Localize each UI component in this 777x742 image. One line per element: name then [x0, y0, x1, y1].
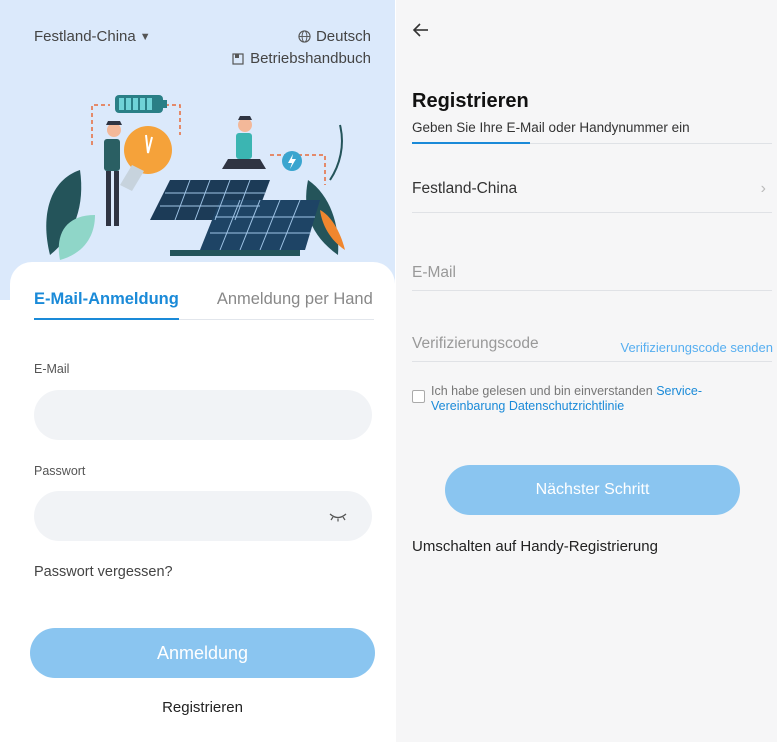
tab-phone-login[interactable]: Anmeldung per Hand [217, 290, 373, 320]
forgot-password-link[interactable]: Passwort vergessen? [34, 564, 173, 580]
next-step-button[interactable]: Nächster Schritt [445, 465, 740, 515]
login-card: E-Mail-Anmeldung Anmeldung per Hand E-Ma… [10, 262, 395, 742]
switch-to-phone-link[interactable]: Umschalten auf Handy-Registrierung [412, 538, 658, 555]
verification-code-field[interactable] [412, 326, 602, 362]
agree-checkbox[interactable] [412, 390, 425, 403]
region-value: Festland-China [412, 180, 518, 197]
email-label: E-Mail [34, 362, 70, 376]
divider [412, 361, 772, 362]
page-title: Registrieren [412, 90, 529, 112]
globe-icon [298, 30, 311, 43]
solar-illustration [46, 95, 345, 260]
agreement-row: Ich habe gelesen und bin einverstanden S… [412, 384, 762, 414]
hero-banner: Festland-China ▼ Deutsch Betriebshandbuc… [0, 0, 395, 300]
password-label: Passwort [34, 464, 86, 478]
login-button[interactable]: Anmeldung [30, 628, 375, 678]
manual-label: Betriebshandbuch [250, 50, 371, 67]
book-icon [232, 52, 244, 65]
region-selector[interactable]: Festland-China ▼ [34, 28, 151, 45]
manual-link[interactable]: Betriebshandbuch [232, 50, 371, 67]
tab-email-login[interactable]: E-Mail-Anmeldung [34, 290, 179, 320]
send-code-button[interactable]: Verifizierungscode senden [621, 340, 774, 355]
password-field[interactable] [34, 491, 372, 541]
privacy-policy-link[interactable]: Datenschutzrichtlinie [509, 399, 624, 413]
login-tabs: E-Mail-Anmeldung Anmeldung per Hand [34, 290, 374, 320]
caret-down-icon: ▼ [139, 30, 151, 43]
subtitle-underline [412, 142, 530, 144]
register-email-field[interactable] [412, 255, 772, 291]
hidden-eye-icon[interactable] [328, 509, 348, 523]
login-screen: Festland-China ▼ Deutsch Betriebshandbuc… [0, 0, 395, 742]
agreement-text: Ich habe gelesen und bin einverstanden S… [431, 384, 762, 414]
back-arrow-icon[interactable] [412, 22, 430, 38]
language-selector[interactable]: Deutsch [298, 28, 371, 45]
chevron-right-icon: › [760, 180, 766, 197]
agreement-prefix: Ich habe gelesen und bin einverstanden [431, 384, 653, 398]
language-label: Deutsch [315, 28, 371, 45]
region-label: Festland-China [34, 28, 136, 45]
register-link[interactable]: Registrieren [10, 699, 395, 716]
page-subtitle: Geben Sie Ihre E-Mail oder Handynummer e… [412, 120, 690, 135]
email-field[interactable] [34, 390, 372, 440]
register-screen: Registrieren Geben Sie Ihre E-Mail oder … [396, 0, 777, 742]
region-row[interactable]: Festland-China › [412, 168, 772, 213]
